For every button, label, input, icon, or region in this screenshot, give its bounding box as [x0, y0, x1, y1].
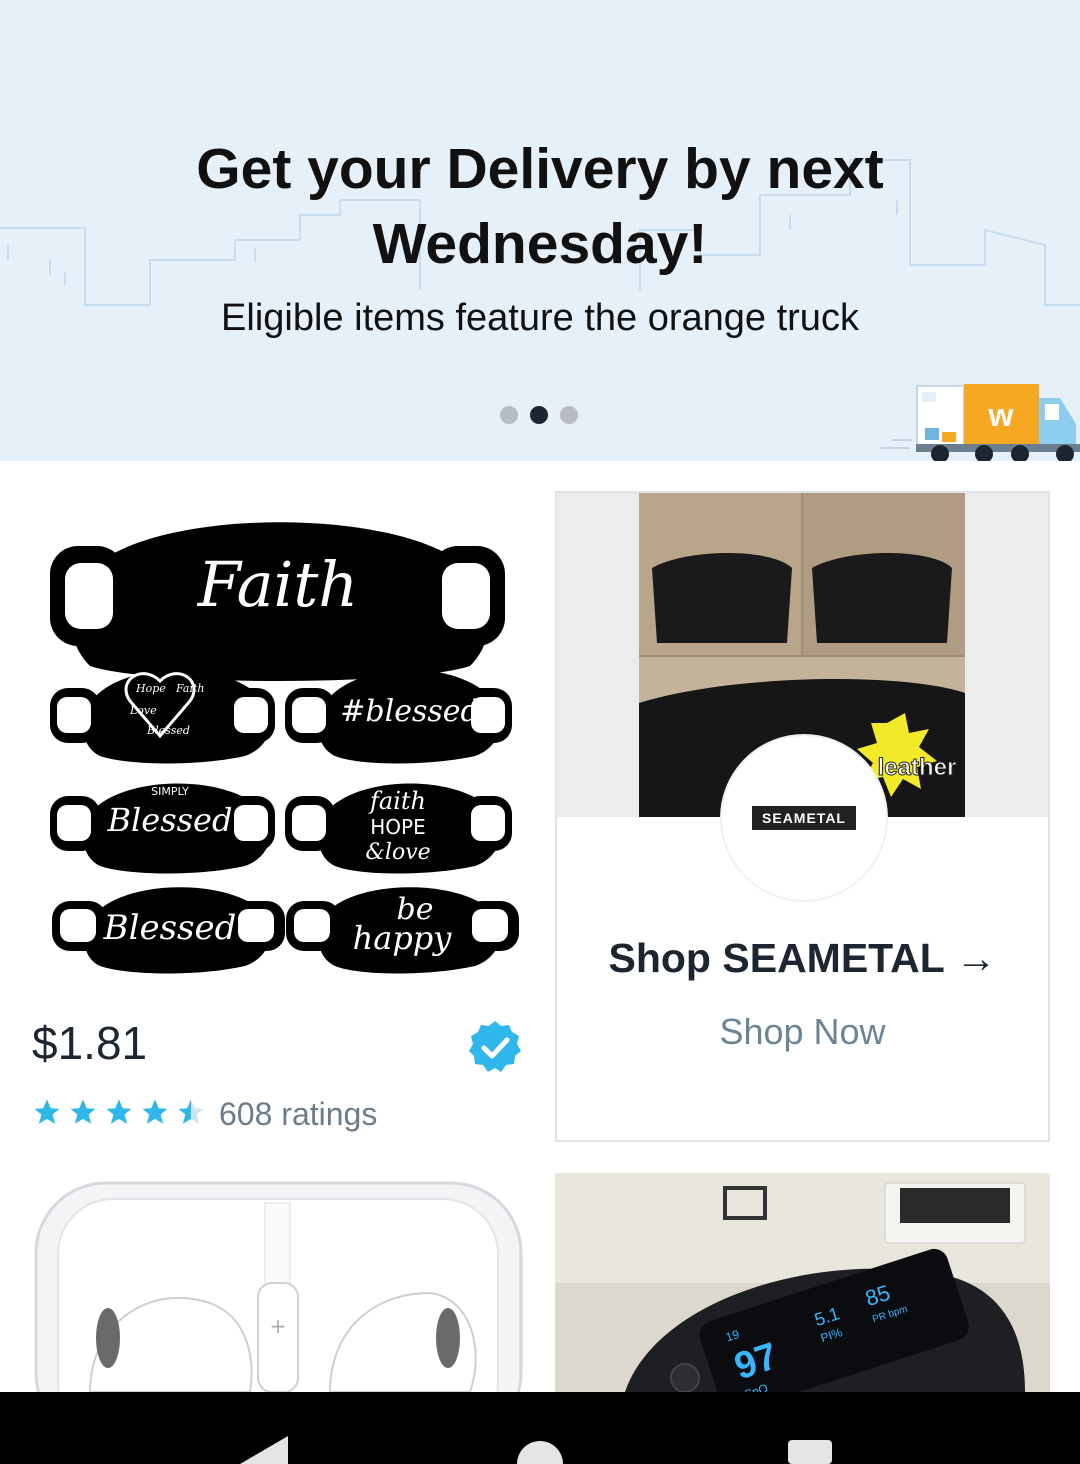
carousel-pager[interactable]: [500, 406, 578, 424]
product-card[interactable]: 97 5.1 85 SpO PI% PR bpm 19: [555, 1173, 1050, 1392]
star-icon: [70, 1099, 96, 1124]
pager-dot[interactable]: [500, 406, 518, 424]
svg-text:Blessed: Blessed: [103, 908, 237, 948]
nav-recents-icon[interactable]: [788, 1440, 832, 1464]
svg-text:SIMPLY: SIMPLY: [151, 785, 189, 798]
wish-logo-text: w: [988, 397, 1014, 433]
svg-text:+: +: [270, 1314, 287, 1338]
store-name: Shop SEAMETAL: [608, 935, 945, 981]
nav-home-icon[interactable]: [517, 1440, 563, 1464]
svg-text:Hope: Hope: [135, 682, 166, 695]
nav-back-icon[interactable]: [240, 1436, 290, 1464]
svg-text:Love: Love: [129, 704, 157, 717]
pager-dot-active[interactable]: [530, 406, 548, 424]
svg-text:HOPE: HOPE: [370, 815, 425, 839]
svg-text:faith: faith: [368, 787, 426, 815]
svg-text:Faith: Faith: [175, 682, 204, 695]
delivery-truck-icon: w: [880, 384, 1080, 461]
star-half-icon: [178, 1099, 204, 1124]
system-nav-bar: [0, 1392, 1080, 1464]
mask-text: Faith: [197, 548, 358, 621]
store-card[interactable]: leather SEAMETAL Shop SEAMETAL → Shop No…: [555, 491, 1050, 1142]
store-logo: SEAMETAL: [720, 734, 888, 902]
svg-text:Blessed: Blessed: [107, 801, 233, 839]
verified-check-icon: [469, 1021, 521, 1072]
earphones-image[interactable]: +: [30, 1173, 525, 1392]
arrow-right-icon: →: [955, 935, 997, 981]
svg-text:Blessed: Blessed: [146, 724, 190, 737]
star-rating: [32, 1097, 206, 1127]
shop-now-link[interactable]: Shop Now: [557, 1011, 1048, 1053]
shop-store-link[interactable]: Shop SEAMETAL →: [557, 935, 1048, 982]
wish-home-feed: Get your Delivery by next Wednesday! Eli…: [0, 0, 1080, 1464]
star-icon: [34, 1099, 60, 1124]
ratings-count[interactable]: 608 ratings: [219, 1096, 377, 1133]
promo-banner[interactable]: Get your Delivery by next Wednesday! Eli…: [0, 0, 1080, 461]
svg-text:#blessed: #blessed: [340, 694, 479, 729]
svg-text:leather: leather: [878, 754, 957, 781]
pager-dot[interactable]: [560, 406, 578, 424]
pulse-oximeter-image[interactable]: 97 5.1 85 SpO PI% PR bpm 19: [555, 1173, 1050, 1392]
product-price: $1.81: [32, 1017, 148, 1069]
face-masks-image[interactable]: Faith Hope Faith Love Blessed #blessed S…: [30, 491, 525, 986]
svg-text:&love: &love: [365, 840, 430, 865]
product-card[interactable]: +: [30, 1173, 525, 1392]
star-icon: [142, 1099, 168, 1124]
svg-text:happy: happy: [353, 919, 453, 957]
banner-title: Get your Delivery by next Wednesday!: [196, 137, 884, 276]
store-logo-text: SEAMETAL: [752, 806, 856, 830]
banner-subtitle: Eligible items feature the orange truck: [221, 297, 859, 339]
star-icon: [106, 1099, 132, 1124]
